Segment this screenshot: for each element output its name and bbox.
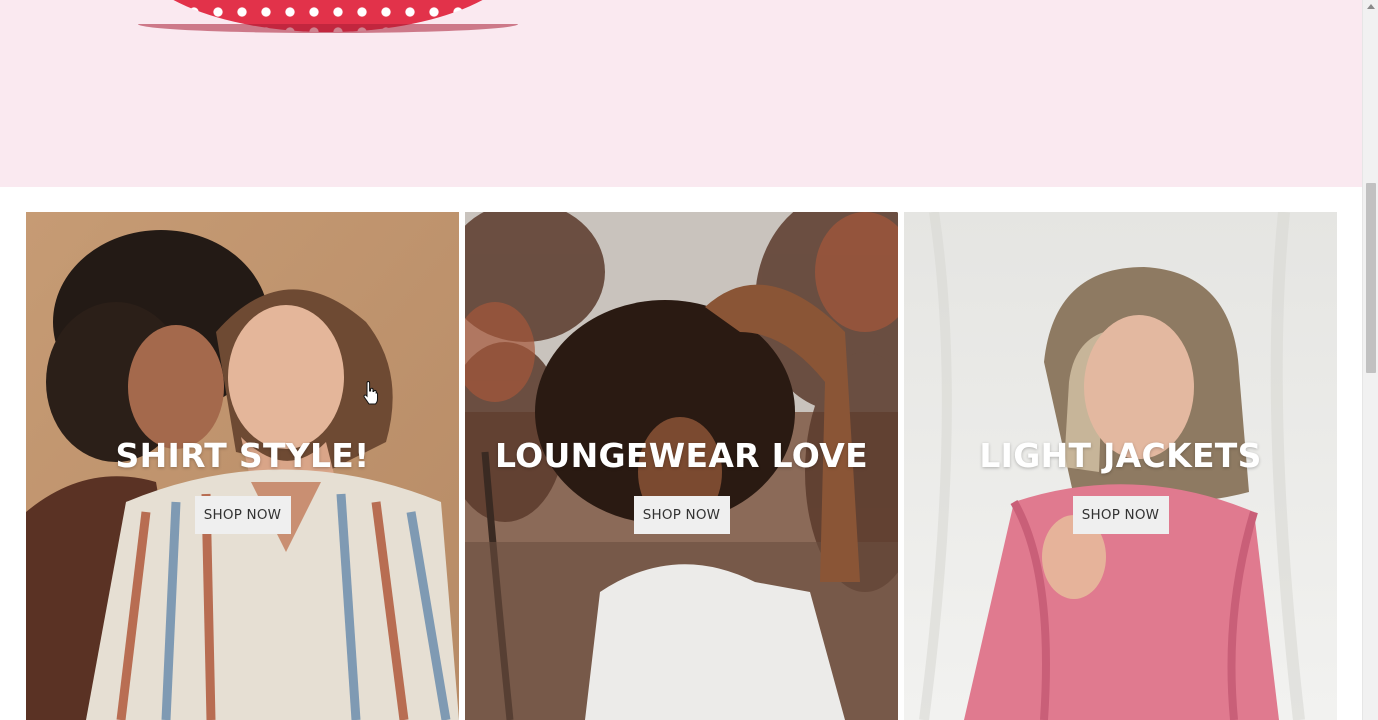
vertical-scrollbar[interactable]	[1362, 0, 1378, 720]
page: SHIRT STYLE! SHOP NOW LOUNGEWEAR LOVE SH…	[0, 0, 1378, 720]
category-grid: SHIRT STYLE! SHOP NOW LOUNGEWEAR LOVE SH…	[26, 212, 1337, 720]
category-card-light-jackets[interactable]: LIGHT JACKETS SHOP NOW	[904, 212, 1337, 720]
hero-banner	[0, 0, 1362, 187]
chevron-up-icon[interactable]	[1367, 4, 1375, 9]
category-title: LOUNGEWEAR LOVE	[495, 436, 868, 475]
category-card-shirt-style[interactable]: SHIRT STYLE! SHOP NOW	[26, 212, 459, 720]
shop-now-button[interactable]: SHOP NOW	[633, 496, 730, 534]
category-card-loungewear-love[interactable]: LOUNGEWEAR LOVE SHOP NOW	[465, 212, 898, 720]
category-title: SHIRT STYLE!	[115, 436, 370, 475]
hero-skirt-shadow	[138, 24, 518, 33]
shop-now-button[interactable]: SHOP NOW	[194, 496, 291, 534]
shop-now-button[interactable]: SHOP NOW	[1072, 496, 1169, 534]
hand-pointer-icon	[362, 380, 378, 407]
scrollbar-thumb[interactable]	[1366, 183, 1376, 373]
category-title: LIGHT JACKETS	[979, 436, 1262, 475]
